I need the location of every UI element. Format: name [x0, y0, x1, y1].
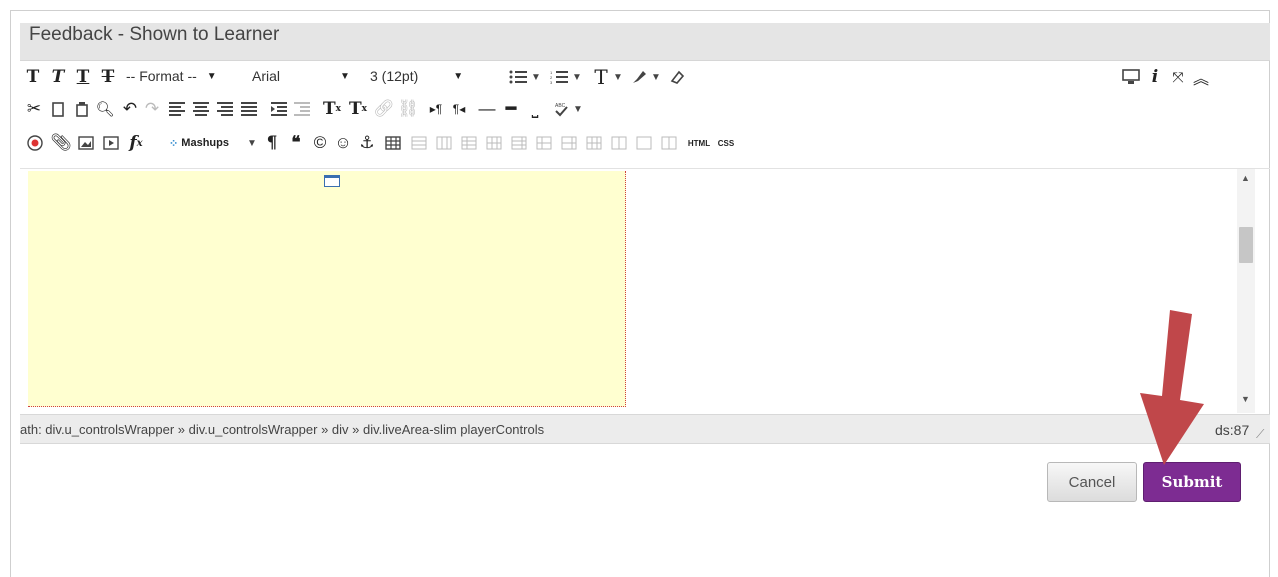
insert-row-after-icon: [483, 128, 505, 158]
header-title: Feedback - Shown to Learner: [29, 24, 280, 45]
paragraph-icon[interactable]: ¶: [262, 128, 282, 158]
nonbreaking-space-icon[interactable]: ⎵: [524, 94, 546, 124]
paste-icon[interactable]: [72, 94, 92, 124]
css-button[interactable]: CSS: [714, 128, 738, 158]
chevron-down-icon[interactable]: ▼: [650, 62, 662, 92]
chevron-down-icon: ▼: [206, 70, 217, 82]
editor-content-area[interactable]: [20, 169, 1254, 409]
redo-icon: ↷: [144, 99, 160, 118]
italic-icon[interactable]: T: [48, 62, 68, 92]
html-button[interactable]: HTML: [684, 128, 714, 158]
math-formula-icon[interactable]: fx: [124, 128, 148, 158]
undo-icon[interactable]: ↶: [120, 94, 140, 124]
delete-col-icon: [583, 128, 605, 158]
fullscreen-icon[interactable]: ⤧: [1167, 62, 1189, 92]
record-icon[interactable]: [24, 128, 46, 158]
collapse-icon[interactable]: ︽: [1190, 62, 1212, 92]
window-icon: [324, 175, 340, 187]
preview-icon[interactable]: [1120, 62, 1142, 92]
mashups-label: Mashups: [181, 137, 229, 149]
table-icon[interactable]: [382, 128, 404, 158]
delete-row-icon: [508, 128, 530, 158]
link-icon: 🔗︎: [373, 99, 395, 118]
chevron-down-icon[interactable]: ▼: [530, 62, 542, 92]
svg-text:3: 3: [550, 80, 553, 84]
image-icon[interactable]: [75, 128, 97, 158]
format-select-label: -- Format --: [126, 68, 197, 84]
scrollbar-thumb[interactable]: [1239, 227, 1253, 263]
toolbar-row-1: T T T T -- Format -- ▼ Arial ▼ 3 (12pt) …: [20, 62, 1270, 94]
size-select-label: 3 (12pt): [370, 68, 419, 84]
cut-icon[interactable]: ✂: [24, 94, 44, 124]
font-select[interactable]: Arial ▼: [252, 65, 372, 87]
horizontal-line-icon[interactable]: —: [476, 94, 498, 124]
toolbar-row-2: ✂ 🔍︎ ↶ ↷ Tx Tx 🔗︎ ⛓︎ ▸¶ ¶◂ — ━ ⎵ ABC ▼: [20, 94, 1270, 126]
attachment-icon[interactable]: 📎︎: [50, 128, 72, 158]
insert-col-after-icon: [558, 128, 580, 158]
horizontal-rule-icon[interactable]: ━: [500, 94, 522, 124]
align-center-icon[interactable]: [190, 94, 212, 124]
copyright-icon[interactable]: ©: [310, 128, 330, 158]
editor-scrollbar[interactable]: ▲ ▼: [1237, 169, 1255, 413]
svg-text:ABC: ABC: [555, 103, 566, 109]
toolbar-row-3: 📎︎ fx ⁘ Mashups ▼ ¶ ❝ © ☺ ⚓︎ HTML CSS: [20, 128, 1270, 160]
mashups-button[interactable]: ⁘ Mashups: [154, 128, 244, 158]
eraser-icon[interactable]: [666, 62, 688, 92]
resize-handle-icon[interactable]: ⟋: [1256, 427, 1264, 442]
chevron-down-icon: ▼: [453, 70, 464, 82]
chevron-down-icon[interactable]: ▼: [571, 62, 583, 92]
scroll-down-icon[interactable]: ▼: [1241, 394, 1250, 404]
highlight-icon[interactable]: [628, 62, 650, 92]
mashups-icon: ⁘: [169, 137, 179, 150]
bold-icon[interactable]: T: [24, 62, 42, 92]
text-color-icon[interactable]: T: [590, 62, 612, 92]
blockquote-icon[interactable]: ❝: [286, 128, 306, 158]
feedback-header: Feedback - Shown to Learner: [20, 23, 1270, 61]
column-icon: [658, 128, 680, 158]
font-select-label: Arial: [252, 68, 281, 84]
spellcheck-icon[interactable]: ABC: [550, 94, 572, 124]
subscript-icon[interactable]: Tx: [346, 94, 370, 124]
size-select[interactable]: 3 (12pt) ▼: [370, 65, 500, 87]
underline-icon[interactable]: T: [73, 62, 93, 92]
outdent-icon: [291, 94, 313, 124]
arrow-shape: [1140, 310, 1204, 465]
format-select[interactable]: -- Format -- ▼: [126, 65, 246, 87]
numbered-list-icon[interactable]: 123: [547, 62, 571, 92]
insert-row-before-icon: [458, 128, 480, 158]
insert-col-before-icon: [533, 128, 555, 158]
scroll-up-icon[interactable]: ▲: [1241, 173, 1250, 183]
justify-icon[interactable]: [238, 94, 260, 124]
media-icon[interactable]: [100, 128, 122, 158]
copy-icon[interactable]: [48, 94, 68, 124]
superscript-icon[interactable]: Tx: [320, 94, 344, 124]
merge-cells-icon: [633, 128, 655, 158]
align-left-icon[interactable]: [166, 94, 188, 124]
indent-icon[interactable]: [268, 94, 290, 124]
search-icon[interactable]: 🔍︎: [95, 94, 115, 124]
table-cell-props-icon: [433, 128, 455, 158]
ltr-icon[interactable]: ▸¶: [425, 94, 447, 124]
bullet-list-icon[interactable]: [506, 62, 530, 92]
annotation-arrow-icon: [1140, 310, 1204, 465]
unlink-icon: ⛓︎: [397, 99, 419, 118]
live-area-block[interactable]: [28, 171, 626, 407]
element-path[interactable]: ath: div.u_controlsWrapper » div.u_contr…: [20, 422, 544, 437]
emoticon-icon[interactable]: ☺: [332, 128, 354, 158]
strikethrough-icon[interactable]: T: [98, 62, 118, 92]
chevron-down-icon[interactable]: ▼: [572, 94, 584, 124]
chevron-down-icon[interactable]: ▼: [612, 62, 624, 92]
rtl-icon[interactable]: ¶◂: [448, 94, 470, 124]
chevron-down-icon[interactable]: ▼: [246, 128, 258, 158]
table-row-props-icon: [408, 128, 430, 158]
align-right-icon[interactable]: [214, 94, 236, 124]
split-cells-icon: [608, 128, 630, 158]
anchor-icon[interactable]: ⚓︎: [356, 128, 378, 158]
element-path-bar: ath: div.u_controlsWrapper » div.u_contr…: [20, 414, 1270, 444]
info-icon[interactable]: i: [1145, 62, 1165, 92]
chevron-down-icon: ▼: [340, 70, 350, 82]
